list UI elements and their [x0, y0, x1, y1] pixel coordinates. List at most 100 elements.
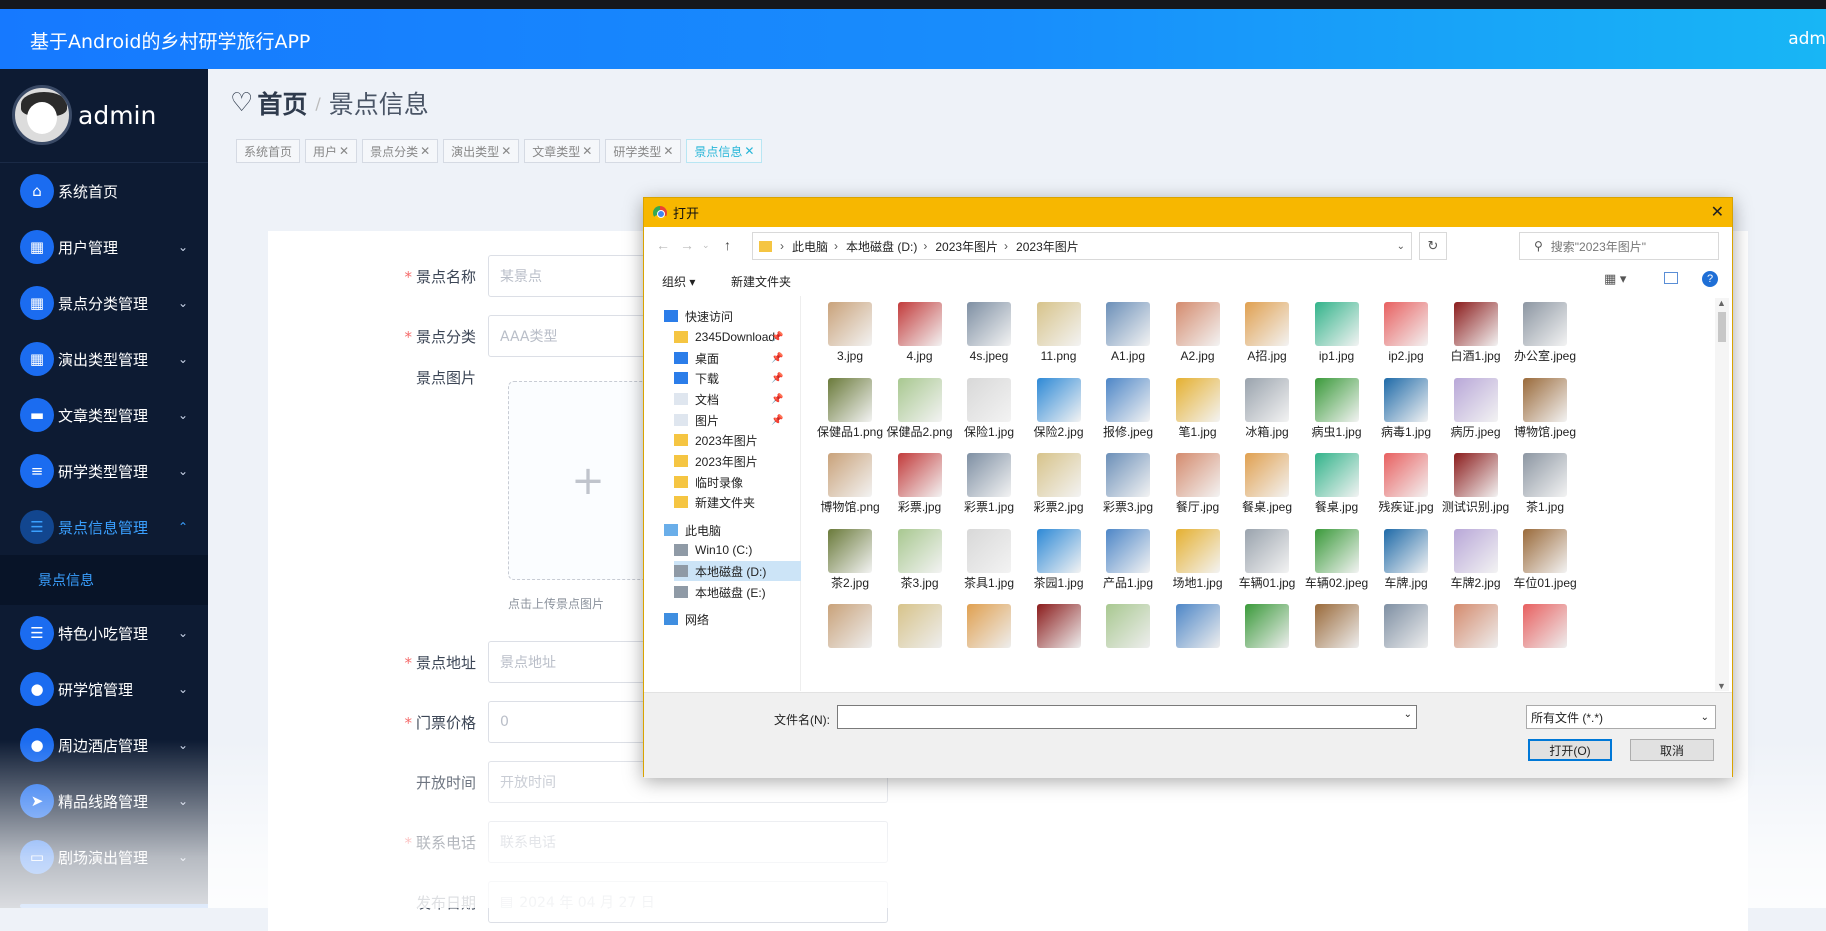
file-item[interactable]: 保险1.jpg [953, 377, 1025, 440]
path-segment[interactable]: 2023年图片 [935, 238, 998, 255]
sidebar-item[interactable]: ● 研学馆管理 ⌄ [0, 661, 208, 717]
file-item[interactable]: 病虫1.jpg [1301, 377, 1373, 440]
nav-item[interactable]: 图片 📌 [674, 410, 783, 430]
file-item[interactable]: 保健品1.png [814, 377, 886, 440]
file-item[interactable]: 茶3.jpg [884, 528, 956, 591]
file-item[interactable]: 11.png [1023, 302, 1095, 364]
file-item[interactable]: 办公室.jpeg [1509, 302, 1581, 364]
file-item[interactable]: 笔1.jpg [1162, 377, 1234, 440]
file-item[interactable]: 茶1.jpg [1509, 453, 1581, 515]
sidebar-item[interactable]: ● 周边酒店管理 ⌄ [0, 717, 208, 773]
file-item[interactable]: A2.jpg [1162, 302, 1234, 364]
file-item[interactable]: 保健品2.png [884, 377, 956, 440]
file-item[interactable]: 博物馆.jpeg [1509, 377, 1581, 440]
tab-tag[interactable]: 景点分类 ✕ [362, 139, 439, 163]
sidebar-item[interactable]: ▭ 剧场演出管理 ⌄ [0, 829, 208, 885]
file-item[interactable]: 餐桌.jpg [1301, 453, 1373, 515]
sidebar-item[interactable]: ▦ 用户管理 ⌄ [0, 219, 208, 275]
scroll-thumb[interactable] [1718, 312, 1726, 342]
file-item[interactable]: 茶2.jpg [814, 528, 886, 591]
tab-tag[interactable]: 景点信息 ✕ [686, 139, 763, 163]
file-item[interactable]: ip2.jpg [1370, 302, 1442, 364]
file-item[interactable]: 白酒1.jpg [1440, 302, 1512, 364]
path-segment[interactable]: 本地磁盘 (D:) [846, 238, 917, 255]
file-item[interactable]: A1.jpg [1092, 302, 1164, 364]
search-box[interactable]: ⚲ 搜索"2023年图片" [1519, 232, 1719, 260]
path-segment[interactable]: 此电脑 [792, 238, 828, 255]
file-item[interactable]: 茶园1.jpg [1023, 528, 1095, 591]
tab-tag[interactable]: 用户 ✕ [305, 139, 358, 163]
file-item-partial[interactable] [1509, 604, 1581, 650]
filename-input[interactable]: ⌄ [837, 705, 1417, 729]
sidebar-item[interactable]: ☰ 特色小吃管理 ⌄ [0, 605, 208, 661]
scroll-down-icon[interactable]: ▼ [1717, 681, 1726, 691]
file-item[interactable]: 彩票1.jpg [953, 453, 1025, 515]
nav-item[interactable]: 2023年图片 [674, 451, 758, 471]
header-user[interactable]: adm [1788, 29, 1826, 49]
nav-item[interactable]: 下载 📌 [674, 368, 783, 388]
file-item-partial[interactable] [814, 604, 886, 650]
file-item[interactable]: 车辆02.jpeg [1301, 528, 1373, 591]
up-icon[interactable]: ↑ [724, 237, 731, 253]
forward-icon[interactable]: → [680, 237, 694, 253]
chevron-down-icon[interactable]: ⌄ [1397, 241, 1405, 252]
view-options-icon[interactable]: ▦ ▾ [1604, 271, 1626, 287]
file-item-partial[interactable] [1162, 604, 1234, 650]
file-item[interactable]: 彩票3.jpg [1092, 453, 1164, 515]
sidebar-item[interactable]: ➤ 精品线路管理 ⌄ [0, 773, 208, 829]
file-item[interactable]: 残疾证.jpg [1370, 453, 1442, 515]
preview-pane-icon[interactable] [1664, 272, 1678, 284]
file-item[interactable]: 餐厅.jpg [1162, 453, 1234, 515]
nav-item[interactable]: 快速访问 [664, 306, 733, 326]
file-item[interactable]: 保险2.jpg [1023, 377, 1095, 440]
recent-dropdown-icon[interactable]: ⌄ [702, 240, 710, 251]
close-icon[interactable]: ✕ [582, 144, 592, 158]
file-item[interactable]: 车牌2.jpg [1440, 528, 1512, 591]
nav-item[interactable]: 2023年图片 [674, 430, 758, 450]
file-item[interactable]: 测试识别.jpg [1440, 453, 1512, 515]
file-item[interactable]: ip1.jpg [1301, 302, 1373, 364]
file-item[interactable]: 报修.jpeg [1092, 377, 1164, 440]
help-icon[interactable]: ? [1702, 271, 1718, 287]
file-item[interactable]: A招.jpg [1231, 302, 1303, 364]
nav-item[interactable]: 本地磁盘 (D:) [674, 561, 801, 581]
open-button[interactable]: 打开(O) [1528, 739, 1612, 761]
tab-tag[interactable]: 研学类型 ✕ [605, 139, 682, 163]
file-item[interactable]: 3.jpg [814, 302, 886, 364]
file-item-partial[interactable] [1301, 604, 1373, 650]
search-input[interactable]: 搜索"2023年图片" [1551, 238, 1646, 255]
path-box[interactable]: › 此电脑 › 本地磁盘 (D:) › 2023年图片 › 2023年图片 ⌄ [752, 232, 1412, 260]
nav-item[interactable]: 桌面 📌 [674, 348, 783, 368]
file-item[interactable]: 车牌.jpg [1370, 528, 1442, 591]
file-item[interactable]: 4.jpg [884, 302, 956, 364]
sidebar-item[interactable]: ▦ 景点分类管理 ⌄ [0, 275, 208, 331]
file-item[interactable]: 博物馆.png [814, 453, 886, 515]
file-item[interactable]: 彩票.jpg [884, 453, 956, 515]
file-item[interactable]: 车位01.jpeg [1509, 528, 1581, 591]
refresh-icon[interactable]: ↻ [1419, 232, 1447, 260]
tab-tag[interactable]: 系统首页 [236, 139, 301, 163]
file-item-partial[interactable] [953, 604, 1025, 650]
file-item[interactable]: 彩票2.jpg [1023, 453, 1095, 515]
file-item-partial[interactable] [1092, 604, 1164, 650]
nav-item[interactable]: Win10 (C:) [674, 540, 752, 560]
sidebar-item[interactable]: ⌂ 系统首页 [0, 163, 208, 219]
back-icon[interactable]: ← [656, 237, 670, 253]
nav-item[interactable]: 临时录像 [674, 472, 743, 492]
nav-item[interactable]: 新建文件夹 [674, 492, 755, 512]
date-input[interactable]: ▤ 2024 年 04 月 27 日 [488, 881, 888, 923]
file-scrollbar[interactable]: ▲ ▼ [1715, 298, 1729, 691]
close-icon[interactable]: ✕ [744, 144, 754, 158]
close-icon[interactable]: ✕ [663, 144, 673, 158]
file-item[interactable]: 4s.jpeg [953, 302, 1025, 364]
organize-button[interactable]: 组织 ▾ [662, 273, 695, 290]
sidebar-item[interactable]: ▬ 文章类型管理 ⌄ [0, 387, 208, 443]
file-item[interactable]: 餐桌.jpeg [1231, 453, 1303, 515]
phone-input[interactable]: 联系电话 [488, 821, 888, 863]
file-item-partial[interactable] [1231, 604, 1303, 650]
file-item-partial[interactable] [1440, 604, 1512, 650]
cancel-button[interactable]: 取消 [1630, 739, 1714, 761]
sidebar-item[interactable]: ☰ 景点信息管理 ⌃ [0, 499, 208, 555]
nav-item[interactable]: 此电脑 [664, 520, 721, 540]
sidebar-scrollbar[interactable] [20, 904, 208, 908]
